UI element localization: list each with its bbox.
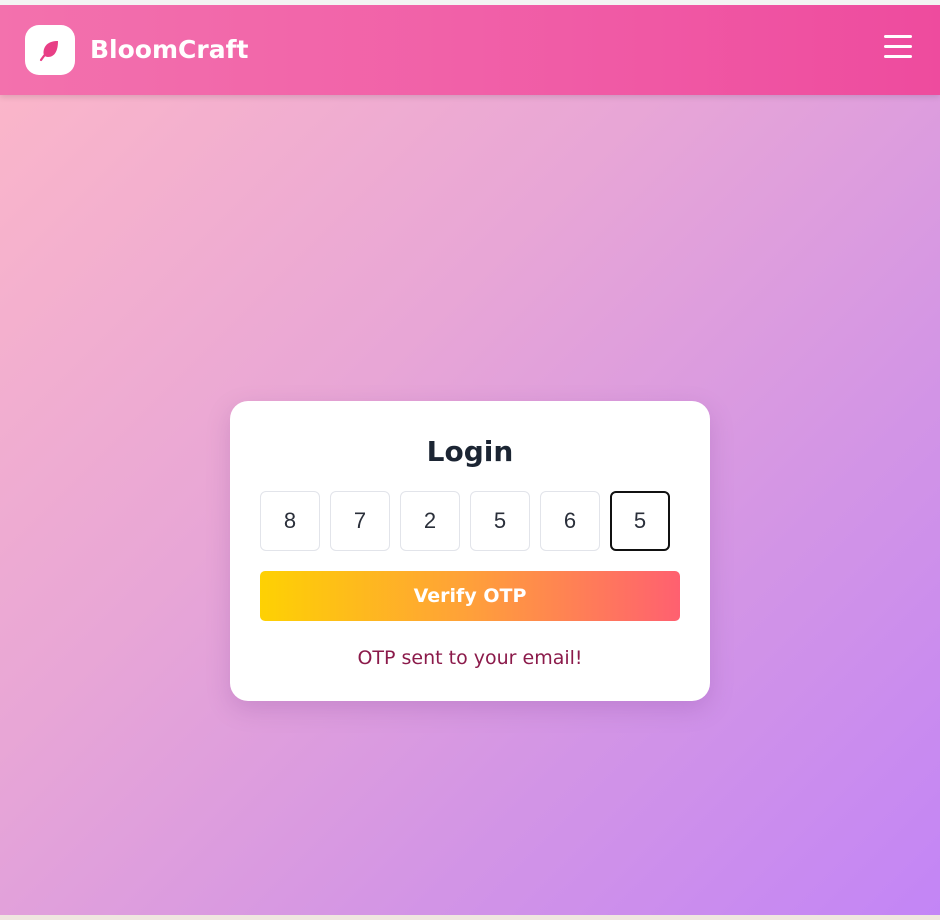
status-message: OTP sent to your email! [357, 647, 583, 669]
otp-digit-5[interactable]: 6 [540, 491, 600, 551]
otp-digit-1[interactable]: 8 [260, 491, 320, 551]
hamburger-menu-icon[interactable] [884, 35, 912, 59]
login-card: Login 8 7 2 5 6 5 Verify OTP OTP sent to… [230, 401, 710, 701]
verify-otp-button[interactable]: Verify OTP [260, 571, 680, 621]
logo[interactable] [25, 25, 75, 75]
app-header: BloomCraft [0, 5, 940, 95]
brand-name[interactable]: BloomCraft [90, 35, 248, 65]
leaf-icon [39, 41, 58, 62]
otp-digit-2[interactable]: 7 [330, 491, 390, 551]
otp-input-group: 8 7 2 5 6 5 [260, 491, 680, 551]
login-title: Login [426, 435, 514, 468]
otp-digit-4[interactable]: 5 [470, 491, 530, 551]
otp-digit-3[interactable]: 2 [400, 491, 460, 551]
page: BloomCraft Login 8 7 2 5 6 5 Verify OTP … [0, 0, 940, 920]
otp-digit-6[interactable]: 5 [610, 491, 670, 551]
